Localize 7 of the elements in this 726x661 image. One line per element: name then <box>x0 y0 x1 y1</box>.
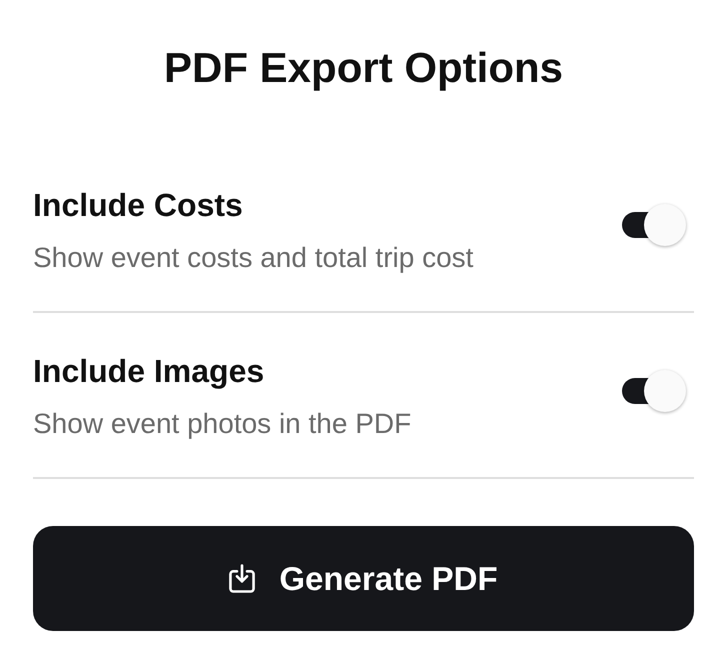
option-label: Include Costs <box>33 186 244 224</box>
dialog-title: PDF Export Options <box>163 43 564 93</box>
option-label: Include Images <box>33 352 266 390</box>
option-description: Show event costs and total trip cost <box>33 241 474 275</box>
option-description: Show event photos in the PDF <box>33 407 412 441</box>
download-icon <box>229 564 256 593</box>
generate-pdf-button[interactable]: Generate PDF <box>33 526 694 631</box>
